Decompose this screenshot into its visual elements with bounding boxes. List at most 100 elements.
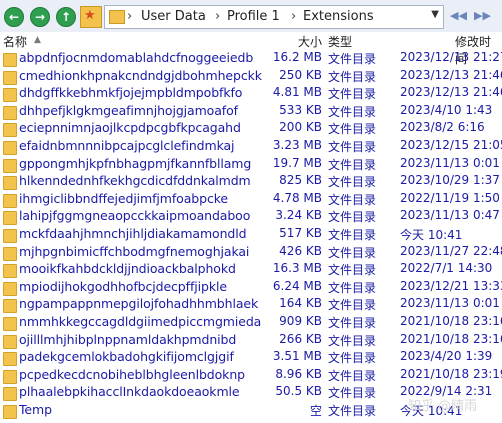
folder-icon xyxy=(3,70,17,85)
file-name: ngpampappnmepgilojfohadhhmbhlaek xyxy=(19,296,259,312)
column-type[interactable]: 类型 xyxy=(328,33,352,50)
file-type: 文件目录 xyxy=(328,104,377,119)
folder-icon xyxy=(3,176,17,191)
file-name: ihmgiclibbndffejedjimfjmfoabpcke xyxy=(19,190,229,206)
folder-icon xyxy=(3,211,17,226)
file-size: 825 KB xyxy=(279,173,322,188)
path-separator-icon: › xyxy=(215,9,221,24)
file-modified: 2023/4/20 1:39 xyxy=(400,349,493,364)
file-name: Temp xyxy=(19,402,52,417)
file-size: 426 KB xyxy=(279,243,322,258)
file-type: 文件目录 xyxy=(328,69,377,84)
forward-arrow-icon[interactable]: → xyxy=(30,7,50,27)
file-modified: 2021/10/18 23:16 xyxy=(400,314,502,328)
file-modified: 2023/11/13 0:47 xyxy=(400,208,500,223)
file-size: 16.3 MB xyxy=(272,261,322,276)
file-row[interactable]: eciepnnimnjaojlkcpdpcgbfkpcagahd 200 KB 文件… xyxy=(0,120,502,138)
file-name: mjhpgnbimicffchbodmgfnemoghjakai xyxy=(19,243,250,259)
watermark: 知乎 @晴雨 xyxy=(408,399,478,414)
file-row[interactable]: padekgcemlokbadohgkifijomclgjgif 3.51 MB 文… xyxy=(0,349,502,367)
file-row[interactable]: hlkenndednhfkekhgcdicdfddnkalmdm 825 KB 文件… xyxy=(0,173,502,191)
file-row[interactable]: nmmhkkegccagdldgiimedpiccmgmieda 909 KB 文件… xyxy=(0,314,502,332)
file-name: nmmhkkegccagdldgiimedpiccmgmieda xyxy=(19,314,262,329)
file-size: 909 KB xyxy=(279,314,322,328)
folder-icon xyxy=(3,246,17,261)
file-type: 文件目录 xyxy=(328,263,377,278)
folder-icon xyxy=(3,334,17,349)
file-type: 文件目录 xyxy=(328,368,377,383)
favorite-folder-icon[interactable]: ★ xyxy=(80,6,102,28)
breadcrumb-profile[interactable]: Profile 1 xyxy=(227,9,280,24)
folder-icon xyxy=(3,405,17,419)
file-row[interactable]: gppongmhjkpfnbhagpmjfkannfbllamg 19.7 MB 文… xyxy=(0,156,502,174)
file-name: mckfdaahjhmnchjihljdiakamamondld xyxy=(19,226,247,241)
nav-left-icon[interactable]: ◀◀ xyxy=(450,9,467,22)
file-name: eciepnnimnjaojlkcpdpcgbfkpcagahd xyxy=(19,120,241,136)
file-type: 文件目录 xyxy=(328,228,377,242)
file-name: padekgcemlokbadohgkifijomclgjgif xyxy=(19,349,234,365)
file-modified: 2023/12/13 21:27 xyxy=(400,50,502,64)
file-name: cmedhionkhpnakcndndgjdbohmhepckk xyxy=(19,67,262,83)
file-size: 空 xyxy=(309,404,322,418)
file-row[interactable]: efaidnbmnnnibpcajpcglclefindmkaj 3.23 MB 文… xyxy=(0,138,502,156)
file-row[interactable]: mooikfkahbdckldjjndioackbalphokd 16.3 MB 文… xyxy=(0,261,502,279)
file-type: 文件目录 xyxy=(328,333,377,348)
file-size: 3.23 MB xyxy=(272,138,322,152)
file-row[interactable]: cmedhionkhpnakcndndgjdbohmhepckk 250 KB 文件… xyxy=(0,68,502,86)
folder-icon xyxy=(3,387,17,402)
file-name: abpdnfjocnmdomablahdcfnoggeeiedb xyxy=(19,50,254,65)
nav-right-icon[interactable]: ▶▶ xyxy=(474,9,491,22)
column-size[interactable]: 大小 xyxy=(298,33,322,50)
address-path[interactable]: › User Data › Profile 1 › Extensions ▼ xyxy=(104,5,444,29)
breadcrumb-user-data[interactable]: User Data xyxy=(141,9,206,24)
file-row[interactable]: dhdgffkkebhmkfjojejmpbldmpobfkfo 4.81 MB 文… xyxy=(0,85,502,103)
file-row[interactable]: ngpampappnmepgilojfohadhhmbhlaek 164 KB 文件… xyxy=(0,296,502,314)
file-modified: 2023/12/21 13:33 xyxy=(400,278,502,293)
column-name[interactable]: 名称 xyxy=(3,33,27,50)
file-name: lahipjfggmgneaopcckkaipmoandaboo xyxy=(19,208,251,224)
file-row[interactable]: mpiodijhokgodhhofbcjdecpffjipkle 6.24 MB 文… xyxy=(0,279,502,297)
file-modified: 2023/12/13 21:46 xyxy=(400,67,502,82)
file-row[interactable]: abpdnfjocnmdomablahdcfnoggeeiedb 16.2 MB 文… xyxy=(0,50,502,68)
file-type: 文件目录 xyxy=(328,140,377,154)
file-row[interactable]: dhhpefjklgkmgeafimnjhojgjamoafof 533 KB 文件… xyxy=(0,103,502,121)
file-modified: 2021/10/18 23:16 xyxy=(400,331,502,346)
file-type: 文件目录 xyxy=(328,316,377,330)
folder-icon xyxy=(3,53,17,67)
file-type: 文件目录 xyxy=(328,351,377,366)
file-name: pcpedkecdcnobiheblbhgleenlbdoknp xyxy=(19,366,245,382)
file-row[interactable]: mckfdaahjhmnchjihljdiakamamondld 517 KB 文件… xyxy=(0,226,502,244)
file-type: 文件目录 xyxy=(328,157,377,172)
file-size: 4.78 MB xyxy=(272,190,322,205)
folder-icon xyxy=(3,229,17,243)
file-size: 200 KB xyxy=(279,120,322,135)
folder-icon xyxy=(3,123,17,138)
file-name: mpiodijhokgodhhofbcjdecpffjipkle xyxy=(19,278,227,294)
file-row[interactable]: pcpedkecdcnobiheblbhgleenlbdoknp 8.96 KB 文… xyxy=(0,367,502,385)
back-arrow-icon[interactable]: ← xyxy=(4,7,24,27)
file-type: 文件目录 xyxy=(328,122,377,137)
breadcrumb-extensions[interactable]: Extensions xyxy=(303,9,374,24)
folder-icon xyxy=(3,281,17,296)
file-size: 164 KB xyxy=(279,296,322,311)
up-arrow-icon[interactable]: ↑ xyxy=(56,7,76,27)
file-size: 3.51 MB xyxy=(272,349,322,364)
file-name: efaidnbmnnnibpcajpcglclefindmkaj xyxy=(19,138,235,153)
file-size: 19.7 MB xyxy=(272,155,322,170)
file-modified: 今天 10:41 xyxy=(400,228,463,242)
path-separator-icon: › xyxy=(127,9,133,24)
file-row[interactable]: lahipjfggmgneaopcckkaipmoandaboo 3.24 KB 文… xyxy=(0,208,502,226)
file-row[interactable]: ojilllmhjhibplnppnamldakhpmdnibd 266 KB 文件… xyxy=(0,332,502,350)
file-size: 266 KB xyxy=(279,331,322,346)
file-modified: 2021/10/18 23:19 xyxy=(400,366,502,381)
column-header: 名称 ▲ 大小 类型 修改时间 xyxy=(0,32,502,66)
dropdown-icon[interactable]: ▼ xyxy=(431,9,439,20)
file-row[interactable]: ihmgiclibbndffejedjimfjmfoabpcke 4.78 MB 文… xyxy=(0,191,502,209)
folder-icon xyxy=(3,193,17,208)
folder-icon xyxy=(3,88,17,103)
file-name: hlkenndednhfkekhgcdicdfddnkalmdm xyxy=(19,173,251,189)
file-type: 文件目录 xyxy=(328,175,377,190)
folder-icon xyxy=(3,105,17,120)
file-row[interactable]: mjhpgnbimicffchbodmgfnemoghjakai 426 KB 文件… xyxy=(0,244,502,262)
file-size: 6.24 MB xyxy=(272,278,322,293)
